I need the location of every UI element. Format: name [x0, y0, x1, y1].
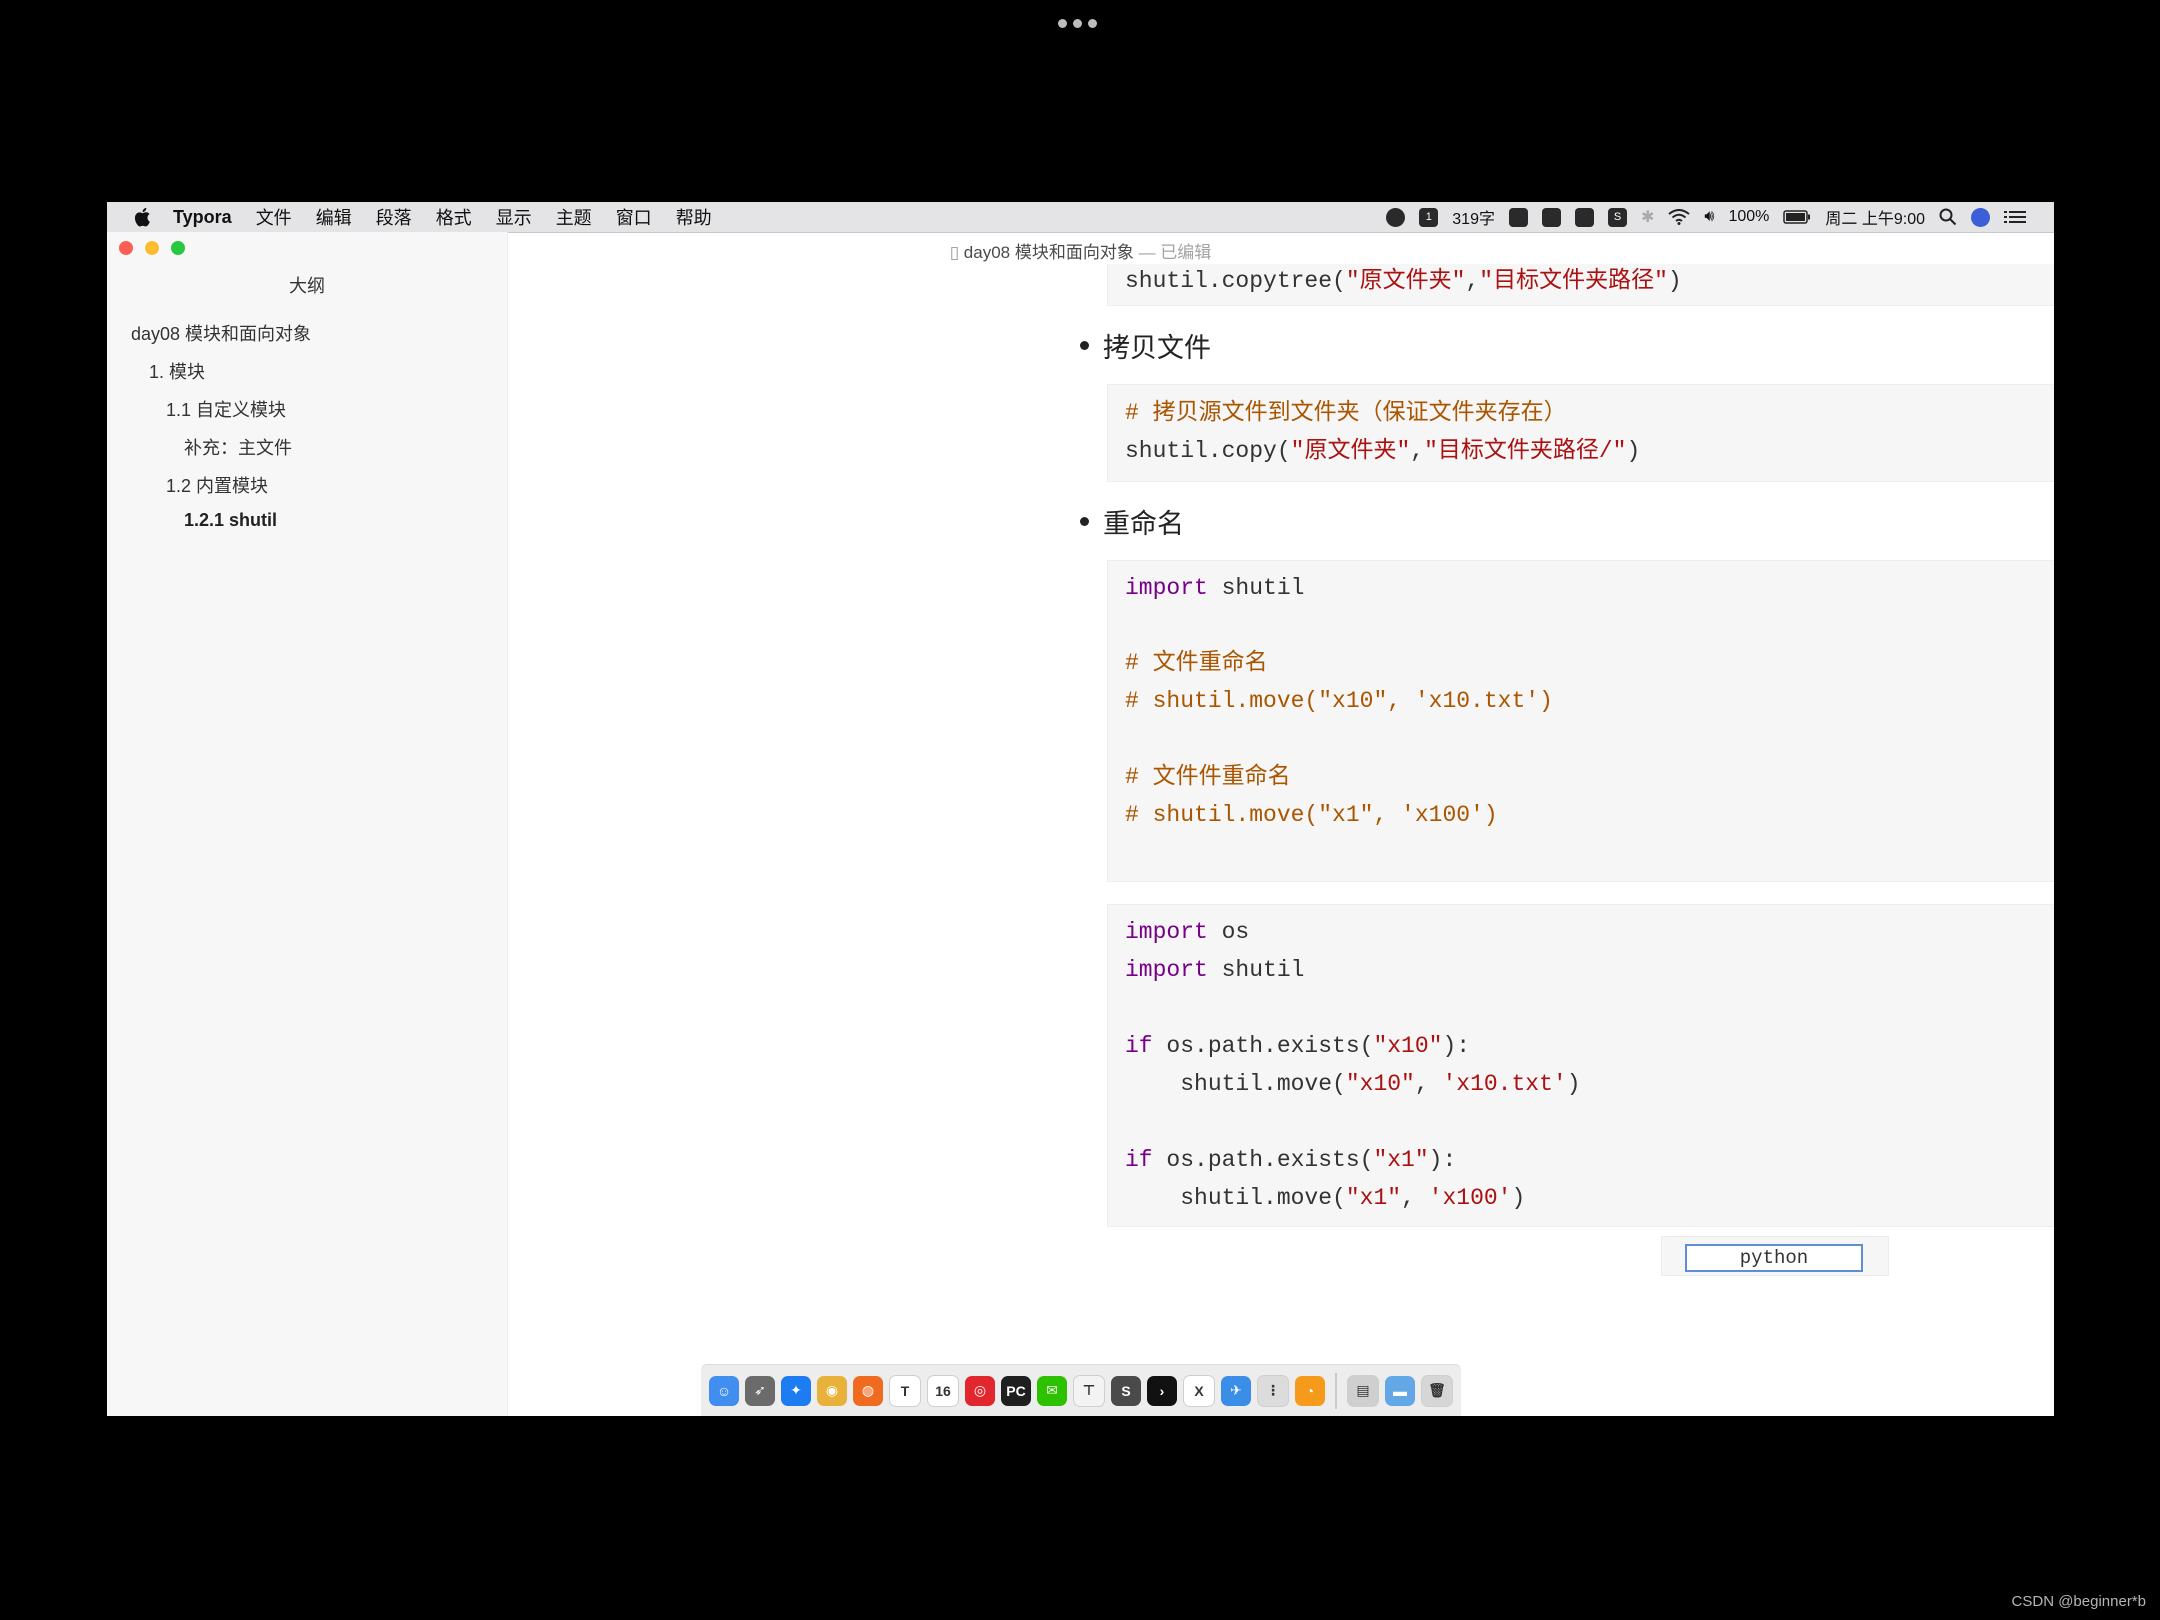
screen: Typora 文件 编辑 段落 格式 显示 主题 窗口 帮助 1 319字 S …	[107, 202, 2054, 1416]
menubar-status-area: 1 319字 S ✱ 🔊︎ 100% 周二 上午9:00	[1386, 202, 2026, 232]
status-app-icon[interactable]	[1386, 207, 1406, 227]
microphone-icon[interactable]	[1541, 207, 1561, 227]
bullet-icon	[1080, 517, 1089, 526]
chrome-icon[interactable]: ◉	[817, 1375, 847, 1406]
code-line: shutil.copytree("原文件夹","目标文件夹路径")	[1125, 268, 1682, 294]
volume-icon[interactable]: 🔊︎	[1704, 208, 1714, 226]
window-more-dots[interactable]	[1058, 19, 1097, 28]
notification-icon[interactable]: 1	[1419, 207, 1439, 227]
code-comment: # 文件重命名	[1125, 650, 1268, 676]
list-item-text: 重命名	[1103, 509, 1184, 539]
dock: ☺ ➶ ✦ ◉ ◍ T 16 ◎ PC ✉ ⊤ S › X ✈ ⋮ ◔ ▤ ▬ 🗑	[701, 1364, 1461, 1416]
spotlight-search-icon[interactable]	[1939, 208, 1957, 226]
battery-icon[interactable]	[1783, 210, 1811, 224]
code-line: import shutil	[1125, 575, 1305, 601]
menu-file[interactable]: 文件	[256, 204, 292, 230]
launchpad-icon[interactable]: ➶	[745, 1375, 775, 1406]
notification-center-icon[interactable]	[2004, 209, 2026, 225]
bird-app-icon[interactable]: ✈	[1221, 1375, 1251, 1406]
code-line: import os	[1125, 919, 1250, 945]
menu-theme[interactable]: 主题	[556, 204, 592, 230]
outline-item[interactable]: 1. 模块	[149, 358, 205, 384]
bullet-icon	[1080, 341, 1089, 350]
documents-stack-icon[interactable]: ▤	[1347, 1374, 1379, 1407]
menu-format[interactable]: 格式	[436, 204, 472, 230]
menu-view[interactable]: 显示	[496, 204, 532, 230]
outline-item[interactable]: 1.2 内置模块	[166, 472, 268, 498]
code-block-copy[interactable]: # 拷贝源文件到文件夹（保证文件夹存在） shutil.copy("原文件夹",…	[1107, 384, 2054, 482]
code-block-rename-comments[interactable]: import shutil # 文件重命名 # shutil.move("x10…	[1107, 560, 2054, 882]
list-item-copy-file: 拷贝文件	[1080, 326, 1211, 365]
list-item-rename: 重命名	[1080, 502, 1184, 541]
outline-item[interactable]: day08 模块和面向对象	[131, 320, 311, 346]
excel-icon[interactable]: X	[1183, 1374, 1215, 1407]
apple-icon[interactable]	[133, 207, 151, 227]
code-block-os-move[interactable]: import os import shutil if os.path.exist…	[1107, 904, 2054, 1227]
menubar: Typora 文件 编辑 段落 格式 显示 主题 窗口 帮助 1 319字 S …	[107, 202, 2054, 233]
code-block-copytree[interactable]: shutil.copytree("原文件夹","目标文件夹路径")	[1107, 264, 2054, 306]
keynote-icon[interactable]: ⊤	[1073, 1374, 1105, 1407]
folder-icon[interactable]: ▬	[1385, 1375, 1415, 1406]
code-language-bar: python	[1661, 1236, 1889, 1276]
code-comment: # 拷贝源文件到文件夹（保证文件夹存在）	[1125, 400, 1567, 426]
menu-edit[interactable]: 编辑	[316, 204, 352, 230]
outline-header: 大纲	[289, 276, 325, 296]
siri-icon[interactable]	[1971, 207, 1990, 227]
code-line: if os.path.exists("x1"):	[1125, 1147, 1457, 1173]
calendar-icon[interactable]: 16	[927, 1374, 959, 1407]
menu-paragraph[interactable]: 段落	[376, 204, 412, 230]
code-comment: # 文件件重命名	[1125, 764, 1291, 790]
code-comment: # shutil.move("x10", 'x10.txt')	[1125, 688, 1553, 714]
word-count[interactable]: 319字	[1452, 205, 1495, 229]
input-method-icon[interactable]	[1574, 207, 1594, 227]
code-language-input[interactable]: python	[1685, 1244, 1863, 1272]
wechat-icon[interactable]: ✉	[1037, 1375, 1067, 1406]
code-line: shutil.copy("原文件夹","目标文件夹路径/")	[1125, 438, 1641, 464]
code-line: import shutil	[1125, 957, 1305, 983]
safari-icon[interactable]: ✦	[781, 1375, 811, 1406]
small-app-icon[interactable]: ⋮	[1257, 1374, 1289, 1407]
menu-window[interactable]: 窗口	[616, 204, 652, 230]
battery-percent: 100%	[1728, 208, 1770, 225]
list-item-text: 拷贝文件	[1103, 333, 1211, 363]
wifi-icon[interactable]	[1668, 209, 1691, 225]
clipboard-icon[interactable]	[1508, 207, 1528, 227]
orange-app-icon[interactable]: ◔	[1295, 1375, 1325, 1406]
netease-music-icon[interactable]: ◎	[965, 1375, 995, 1406]
finder-icon[interactable]: ☺	[709, 1375, 739, 1406]
dock-separator	[1335, 1372, 1337, 1409]
bluetooth-icon[interactable]: ✱	[1641, 207, 1654, 227]
sublime-icon[interactable]: S	[1111, 1375, 1141, 1406]
datetime[interactable]: 周二 上午9:00	[1825, 205, 1925, 229]
trash-icon[interactable]: 🗑	[1421, 1374, 1453, 1407]
sync-icon[interactable]: S	[1607, 207, 1627, 227]
firefox-icon[interactable]: ◍	[853, 1375, 883, 1406]
code-line: shutil.move("x10", 'x10.txt')	[1125, 1071, 1581, 1097]
window-titlebar: ▯ day08 模块和面向对象 — 已编辑	[107, 232, 2054, 264]
code-comment: # shutil.move("x1", 'x100')	[1125, 802, 1498, 828]
outline-item[interactable]: 补充：主文件	[184, 434, 292, 460]
outline-sidebar: 大纲 day08 模块和面向对象 1. 模块 1.1 自定义模块 补充：主文件 …	[107, 232, 508, 1416]
code-line: shutil.move("x1", 'x100')	[1125, 1185, 1526, 1211]
watermark: CSDN @beginner*b	[2011, 1593, 2146, 1610]
window-title-edited: — 已编辑	[1138, 243, 1212, 262]
window-title: ▯ day08 模块和面向对象 — 已编辑	[107, 238, 2054, 263]
typora-icon[interactable]: T	[889, 1374, 921, 1407]
menu-app-typora[interactable]: Typora	[173, 207, 232, 228]
pycharm-icon[interactable]: PC	[1001, 1375, 1031, 1406]
menu-help[interactable]: 帮助	[676, 204, 712, 230]
terminal-icon[interactable]: ›	[1147, 1375, 1177, 1406]
window-title-text: day08 模块和面向对象	[963, 243, 1134, 262]
outline-item-active[interactable]: 1.2.1 shutil	[184, 510, 277, 531]
document-icon: ▯	[949, 243, 960, 262]
outline-item[interactable]: 1.1 自定义模块	[166, 396, 286, 422]
editor-pane[interactable]: shutil.copytree("原文件夹","目标文件夹路径") 拷贝文件 #…	[507, 264, 2054, 1416]
code-line: if os.path.exists("x10"):	[1125, 1033, 1471, 1059]
